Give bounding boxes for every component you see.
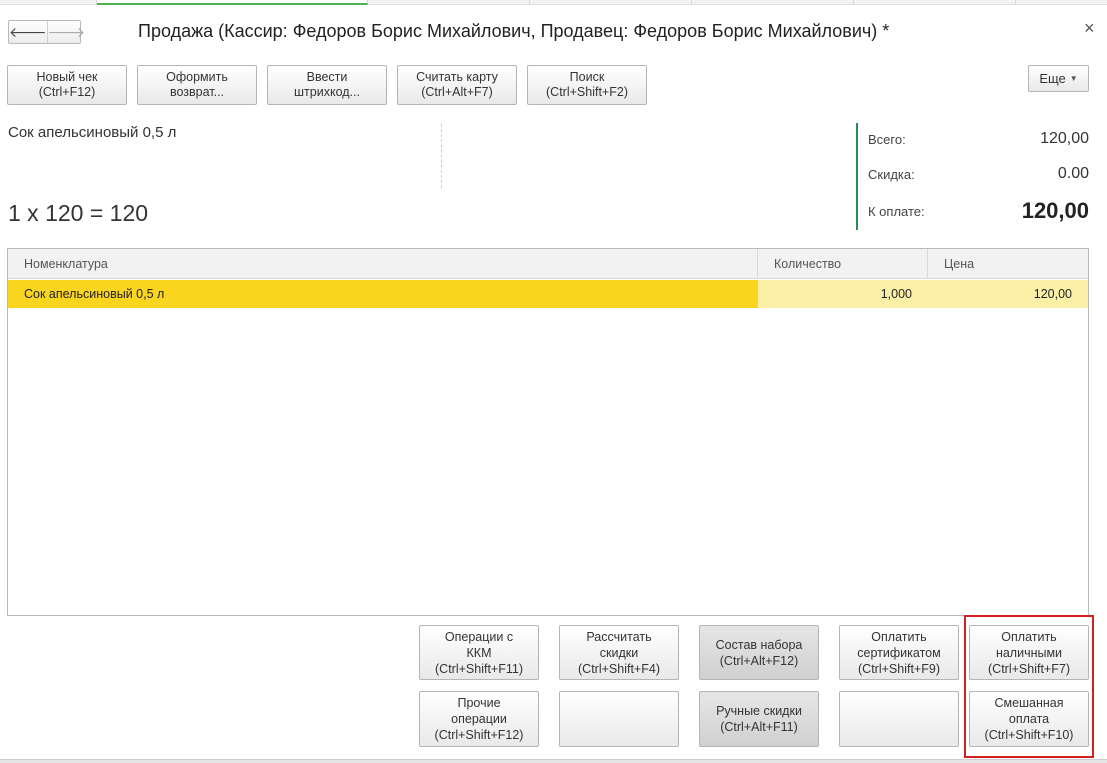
column-header-price[interactable]: Цена — [928, 249, 1088, 279]
button-label: скидки — [599, 645, 639, 660]
tab[interactable] — [854, 0, 1016, 5]
return-button[interactable]: Оформить возврат... — [137, 65, 257, 105]
pay-certificate-button[interactable]: Оплатить сертификатом (Ctrl+Shift+F9) — [839, 625, 959, 680]
button-label: Прочие — [457, 696, 501, 710]
cell-name[interactable]: Сок апельсиновый 0,5 л — [8, 280, 758, 308]
button-label: ККМ — [466, 645, 492, 660]
read-card-button[interactable]: Считать карту (Ctrl+Alt+F7) — [397, 65, 517, 105]
column-header-quantity[interactable]: Количество — [758, 249, 928, 279]
button-label: Поиск — [569, 70, 605, 84]
tab-active[interactable] — [97, 0, 368, 5]
kkm-operations-button[interactable]: Операции с ККМ (Ctrl+Shift+F11) — [419, 625, 539, 680]
payment-highlight-box — [964, 615, 1094, 758]
tab-strip — [0, 0, 1107, 5]
navigation-buttons: 🡐 🡒 — [8, 20, 85, 44]
empty-button[interactable] — [839, 691, 959, 747]
button-label: Операции с — [444, 629, 514, 644]
button-label: Состав набора — [715, 637, 803, 652]
discount-label: Скидка: — [868, 167, 915, 182]
tab[interactable] — [530, 0, 692, 5]
kit-composition-button[interactable]: Состав набора (Ctrl+Alt+F12) — [699, 625, 819, 680]
button-shortcut: (Ctrl+Shift+F4) — [578, 661, 660, 676]
button-shortcut: (Ctrl+Shift+F2) — [546, 85, 628, 99]
button-label: Ручные скидки — [716, 704, 802, 718]
new-check-button[interactable]: Новый чек (Ctrl+F12) — [7, 65, 127, 105]
button-label: Ввести — [306, 70, 348, 84]
button-label: Новый чек — [36, 70, 98, 84]
manual-discounts-button[interactable]: Ручные скидки (Ctrl+Alt+F11) — [699, 691, 819, 747]
column-header-nomenclature[interactable]: Номенклатура — [8, 249, 758, 279]
button-shortcut: (Ctrl+Alt+F12) — [719, 653, 799, 668]
total-value: 120,00 — [1040, 130, 1089, 147]
to-pay-label: К оплате: — [868, 204, 925, 219]
other-operations-button[interactable]: Прочие операции (Ctrl+Shift+F12) — [419, 691, 539, 747]
discount-value: 0.00 — [1057, 165, 1089, 182]
tab[interactable] — [0, 0, 97, 5]
chevron-down-icon: ▼ — [1069, 74, 1078, 83]
button-label: Оплатить — [871, 629, 927, 644]
window-title: Продажа (Кассир: Федоров Борис Михайлови… — [138, 21, 890, 41]
button-label: Оформить — [166, 70, 228, 84]
empty-button[interactable] — [559, 691, 679, 747]
back-arrow-icon[interactable]: 🡐 — [9, 21, 47, 43]
search-button[interactable]: Поиск (Ctrl+Shift+F2) — [527, 65, 647, 105]
table-row[interactable]: Сок апельсиновый 0,5 л 1,000 120,00 — [8, 280, 1088, 308]
tab[interactable] — [692, 0, 854, 5]
button-shortcut: (Ctrl+Alt+F11) — [720, 720, 798, 734]
button-label: штрихкод... — [294, 85, 360, 99]
button-label: операции — [451, 712, 507, 726]
enter-barcode-button[interactable]: Ввести штрихкод... — [267, 65, 387, 105]
tab[interactable] — [368, 0, 530, 5]
button-shortcut: (Ctrl+F12) — [38, 85, 96, 99]
more-menu-button[interactable]: Еще ▼ — [1028, 65, 1089, 92]
bottom-border — [0, 759, 1107, 763]
button-shortcut: (Ctrl+Shift+F11) — [435, 661, 523, 676]
button-label: возврат... — [169, 85, 225, 99]
cell-quantity[interactable]: 1,000 — [758, 280, 928, 308]
button-label: Считать карту — [416, 70, 498, 84]
button-label: сертификатом — [857, 645, 941, 660]
to-pay-value: 120,00 — [1021, 198, 1089, 223]
button-shortcut: (Ctrl+Shift+F12) — [434, 728, 524, 742]
items-table[interactable]: Номенклатура Количество Цена Сок апельси… — [7, 248, 1089, 616]
close-icon[interactable]: × — [1084, 18, 1095, 39]
cell-price[interactable]: 120,00 — [928, 280, 1088, 308]
button-shortcut: (Ctrl+Shift+F9) — [858, 661, 940, 676]
button-shortcut: (Ctrl+Alt+F7) — [421, 85, 493, 99]
button-label: Рассчитать — [586, 629, 652, 644]
current-item-calculation: 1 x 120 = 120 — [8, 200, 149, 226]
total-label: Всего: — [868, 132, 906, 147]
more-label: Еще — [1039, 71, 1066, 86]
calculate-discounts-button[interactable]: Рассчитать скидки (Ctrl+Shift+F4) — [559, 625, 679, 680]
table-header: Номенклатура Количество Цена — [8, 249, 1088, 279]
totals-accent-bar — [856, 123, 858, 230]
current-item-name: Сок апельсиновый 0,5 л — [8, 124, 177, 141]
divider — [441, 124, 442, 188]
forward-arrow-icon[interactable]: 🡒 — [46, 21, 85, 43]
